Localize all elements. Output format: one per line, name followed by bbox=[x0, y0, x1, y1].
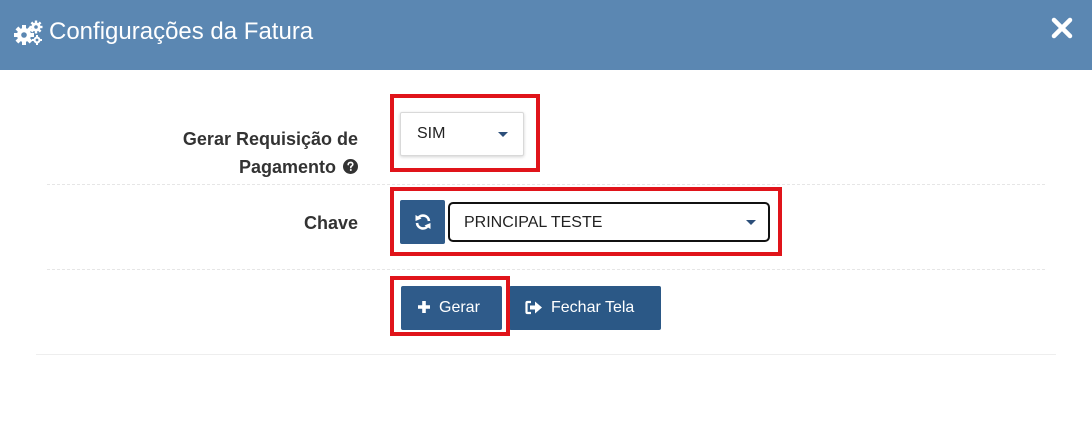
gerar-button-label: Gerar bbox=[439, 299, 480, 316]
chave-label: Chave bbox=[303, 213, 358, 233]
chevron-down-icon bbox=[498, 132, 508, 137]
sign-out-icon bbox=[525, 300, 543, 320]
close-icon[interactable] bbox=[1050, 16, 1074, 40]
footer-divider bbox=[36, 354, 1056, 355]
cogs-icon bbox=[14, 20, 44, 46]
row-divider bbox=[47, 184, 1045, 185]
modal-header: Configurações da Fatura bbox=[0, 0, 1092, 70]
gerar-requisicao-select[interactable]: SIM bbox=[400, 112, 524, 156]
question-circle-icon[interactable] bbox=[343, 154, 358, 174]
chave-select[interactable]: PRINCIPAL TESTE bbox=[448, 202, 770, 242]
chave-select-value: PRINCIPAL TESTE bbox=[464, 214, 603, 231]
gerar-requisicao-label-line2: Pagamento bbox=[238, 157, 336, 177]
gerar-requisicao-label-line1: Gerar Requisição de bbox=[182, 129, 358, 149]
fechar-tela-button-label: Fechar Tela bbox=[551, 299, 635, 316]
gerar-requisicao-label: Gerar Requisição de Pagamento bbox=[183, 125, 358, 181]
plus-icon bbox=[417, 300, 431, 319]
refresh-icon bbox=[415, 214, 431, 230]
fechar-tela-button[interactable]: Fechar Tela bbox=[509, 286, 661, 330]
chevron-down-icon bbox=[746, 220, 756, 225]
modal-title: Configurações da Fatura bbox=[49, 18, 314, 45]
row-divider bbox=[47, 269, 1045, 270]
invoice-settings-modal: Configurações da Fatura Gerar Requisição… bbox=[0, 0, 1092, 441]
gerar-button[interactable]: Gerar bbox=[401, 286, 502, 330]
gerar-requisicao-select-value: SIM bbox=[417, 125, 446, 142]
refresh-button[interactable] bbox=[400, 200, 445, 244]
gerar-requisicao-label-line2-wrap: Pagamento bbox=[183, 153, 358, 181]
